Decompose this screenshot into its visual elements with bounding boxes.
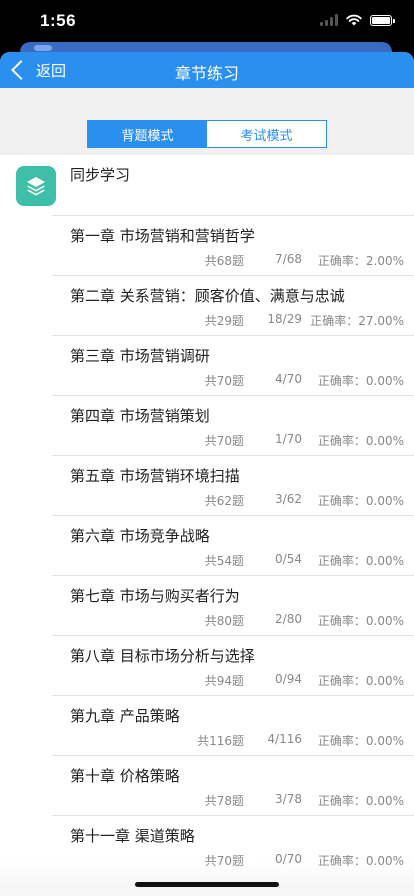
- question-progress: 4/70: [275, 372, 302, 386]
- accuracy-rate: 正确率：0.00%: [317, 734, 404, 748]
- question-total: 共78题: [204, 794, 244, 808]
- chapter-title: 第二章 关系营销：顾客价值、满意与忠诚: [70, 287, 345, 305]
- question-progress: 3/62: [275, 492, 302, 506]
- navigation-bar: 返回 章节练习: [0, 52, 414, 88]
- chapter-title: 第八章 目标市场分析与选择: [70, 647, 255, 665]
- chapter-row[interactable]: 第八章 目标市场分析与选择 共94题 0/94 正确率：0.00%: [52, 635, 414, 695]
- chapter-title: 第七章 市场与购买者行为: [70, 587, 240, 605]
- chapter-row[interactable]: 第十章 价格策略 共78题 3/78 正确率：0.00%: [52, 755, 414, 815]
- chapter-stats: 共62题 3/62 正确率：0.00%: [184, 492, 404, 509]
- chapter-row[interactable]: 第一章 市场营销和营销哲学 共68题 7/68 正确率：2.00%: [52, 215, 414, 275]
- chapter-title: 第四章 市场营销策划: [70, 407, 210, 425]
- accuracy-rate: 正确率：0.00%: [317, 434, 404, 448]
- accuracy-rate: 正确率：0.00%: [317, 374, 404, 388]
- chapter-stats: 共68题 7/68 正确率：2.00%: [184, 252, 404, 269]
- chapter-stats: 共70题 4/70 正确率：0.00%: [184, 372, 404, 389]
- chapter-row[interactable]: 第三章 市场营销调研 共70题 4/70 正确率：0.00%: [52, 335, 414, 395]
- question-progress: 4/116: [267, 732, 302, 746]
- chapter-stats: 共116题 4/116 正确率：0.00%: [184, 732, 404, 749]
- section-title: 同步学习: [70, 166, 131, 184]
- accuracy-rate: 正确率：0.00%: [317, 674, 404, 688]
- question-progress: 1/70: [275, 432, 302, 446]
- question-progress: 3/78: [275, 792, 302, 806]
- status-time: 1:56: [40, 11, 77, 30]
- accuracy-rate: 正确率：0.00%: [317, 794, 404, 808]
- cellular-signal-icon: [320, 14, 338, 26]
- chapter-stats: 共29题 18/29 正确率：27.00%: [184, 312, 404, 329]
- chapter-title: 第十一章 渠道策略: [70, 827, 195, 845]
- chapter-title: 第十章 价格策略: [70, 767, 180, 785]
- battery-icon: [370, 14, 395, 26]
- question-total: 共116题: [197, 734, 244, 748]
- chapter-stats: 共78题 3/78 正确率：0.00%: [184, 792, 404, 809]
- chapter-row[interactable]: 第二章 关系营销：顾客价值、满意与忠诚 共29题 18/29 正确率：27.00…: [52, 275, 414, 335]
- question-progress: 7/68: [275, 252, 302, 266]
- layers-icon: [16, 166, 56, 206]
- chapter-practice-screen: 返回 章节练习 背题模式 考试模式 同步学习 第一章 市场营销和营销哲学 共68…: [0, 52, 414, 896]
- question-progress: 18/29: [267, 312, 302, 326]
- chapter-title: 第六章 市场竞争战略: [70, 527, 210, 545]
- status-icons: [320, 14, 395, 26]
- status-bar: 1:56: [0, 0, 414, 46]
- chapter-list: 第一章 市场营销和营销哲学 共68题 7/68 正确率：2.00% 第二章 关系…: [0, 215, 414, 875]
- chapter-row[interactable]: 第九章 产品策略 共116题 4/116 正确率：0.00%: [52, 695, 414, 755]
- mode-option-recite[interactable]: 背题模式: [88, 121, 207, 147]
- chapter-title: 第五章 市场营销环境扫描: [70, 467, 240, 485]
- background-sheet-handle: [34, 45, 52, 51]
- question-total: 共70题: [204, 374, 244, 388]
- chapter-title: 第三章 市场营销调研: [70, 347, 210, 365]
- chapter-row[interactable]: 第七章 市场与购买者行为 共80题 2/80 正确率：0.00%: [52, 575, 414, 635]
- question-progress: 0/54: [275, 552, 302, 566]
- question-total: 共94题: [204, 674, 244, 688]
- question-progress: 0/94: [275, 672, 302, 686]
- chapter-row[interactable]: 第六章 市场竞争战略 共54题 0/54 正确率：0.00%: [52, 515, 414, 575]
- accuracy-rate: 正确率：0.00%: [317, 614, 404, 628]
- accuracy-rate: 正确率：0.00%: [317, 554, 404, 568]
- chapter-title: 第一章 市场营销和营销哲学: [70, 227, 255, 245]
- question-total: 共80题: [204, 614, 244, 628]
- question-total: 共68题: [204, 254, 244, 268]
- chapter-stats: 共70题 1/70 正确率：0.00%: [184, 432, 404, 449]
- accuracy-rate: 正确率：27.00%: [310, 314, 404, 328]
- mode-option-exam[interactable]: 考试模式: [207, 121, 326, 147]
- accuracy-rate: 正确率：2.00%: [317, 254, 404, 268]
- question-total: 共70题: [204, 434, 244, 448]
- chapter-row[interactable]: 第五章 市场营销环境扫描 共62题 3/62 正确率：0.00%: [52, 455, 414, 515]
- wifi-icon: [346, 14, 362, 26]
- chapter-row[interactable]: 第四章 市场营销策划 共70题 1/70 正确率：0.00%: [52, 395, 414, 455]
- bottom-safe-area: [0, 862, 414, 896]
- question-progress: 2/80: [275, 612, 302, 626]
- chapter-title: 第九章 产品策略: [70, 707, 180, 725]
- mode-toggle: 背题模式 考试模式: [87, 120, 327, 148]
- accuracy-rate: 正确率：0.00%: [317, 494, 404, 508]
- chapter-stats: 共54题 0/54 正确率：0.00%: [184, 552, 404, 569]
- section-header: 同步学习: [0, 155, 414, 215]
- chapter-stats: 共80题 2/80 正确率：0.00%: [184, 612, 404, 629]
- question-total: 共29题: [204, 314, 244, 328]
- question-total: 共54题: [204, 554, 244, 568]
- page-title: 章节练习: [174, 64, 239, 83]
- question-total: 共62题: [204, 494, 244, 508]
- content-panel: 同步学习 第一章 市场营销和营销哲学 共68题 7/68 正确率：2.00% 第…: [0, 155, 414, 896]
- chapter-stats: 共94题 0/94 正确率：0.00%: [184, 672, 404, 689]
- home-indicator[interactable]: [135, 882, 279, 887]
